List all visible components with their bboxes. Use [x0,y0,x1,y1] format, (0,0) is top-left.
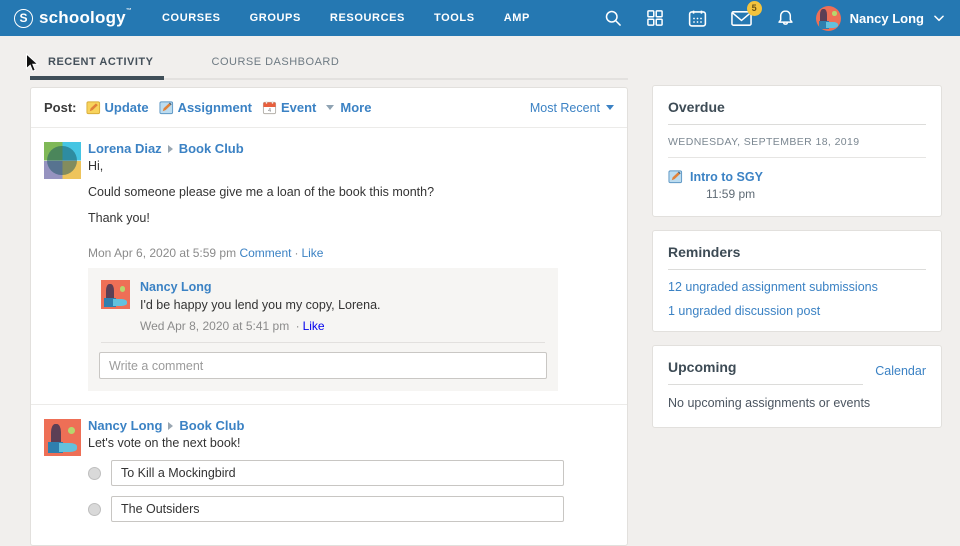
schoology-s-icon: S [14,9,33,28]
post-text: Could someone please give me a loan of t… [88,185,614,199]
poll-option: The Outsiders [88,496,614,522]
mouse-cursor [25,53,39,73]
dot-separator: · [296,319,300,333]
user-name: Nancy Long [850,11,924,26]
author-link[interactable]: Nancy Long [88,418,162,433]
post-bar: Post: Update Assignment [31,88,627,127]
feed-post: Nancy Long Book Club Let's vote on the ne… [31,404,627,545]
overdue-item-link[interactable]: Intro to SGY [690,170,763,184]
comment: Nancy Long I'd be happy you lend you my … [99,278,547,333]
reminder-link-ungraded-assignments[interactable]: 12 ungraded assignment submissions [668,280,926,294]
dot-separator: · [294,246,298,260]
nav-item-courses[interactable]: COURSES [162,12,221,24]
upcoming-empty-text: No upcoming assignments or events [668,396,926,410]
notifications-bell-icon[interactable] [775,8,796,29]
post-update-button[interactable]: Update [86,100,149,115]
post-header: Nancy Long Book Club [88,418,614,433]
apps-grid-icon[interactable] [645,8,665,28]
calendar-icon[interactable] [687,8,708,29]
caret-down-icon [326,105,334,110]
tab-recent-activity[interactable]: RECENT ACTIVITY [30,52,164,80]
upcoming-card: Upcoming Calendar No upcoming assignment… [652,345,942,428]
poll-option-label[interactable]: The Outsiders [111,496,564,522]
comment-link[interactable]: Comment [239,246,291,260]
activity-tabs: RECENT ACTIVITY COURSE DASHBOARD [30,52,628,80]
like-link[interactable]: Like [303,319,325,333]
schoology-logo[interactable]: S schoology™ [14,8,132,28]
right-sidebar: Overdue WEDNESDAY, SEPTEMBER 18, 2019 In… [652,85,942,546]
author-avatar[interactable] [44,142,81,179]
assignment-icon [668,169,683,184]
overdue-title: Overdue [668,99,926,125]
update-icon [86,100,101,115]
nav-item-resources[interactable]: RESOURCES [330,12,405,24]
top-navbar: S schoology™ COURSES GROUPS RESOURCES TO… [0,0,960,36]
overdue-date: WEDNESDAY, SEPTEMBER 18, 2019 [668,136,926,158]
poll-radio[interactable] [88,503,101,516]
user-menu[interactable]: Nancy Long [816,6,946,31]
activity-feed-card: Post: Update Assignment [30,87,628,546]
like-link[interactable]: Like [301,246,323,260]
post-header: Lorena Diaz Book Club [88,141,614,156]
overdue-item: Intro to SGY [668,169,926,184]
poll-option-label[interactable]: To Kill a Mockingbird [111,460,564,486]
upcoming-header: Upcoming Calendar [668,359,926,385]
comment-timestamp: Wed Apr 8, 2020 at 5:41 pm [140,319,289,333]
nav-item-groups[interactable]: GROUPS [250,12,301,24]
calendar-link[interactable]: Calendar [875,364,926,385]
reminders-card: Reminders 12 ungraded assignment submiss… [652,230,942,332]
nav-item-tools[interactable]: TOOLS [434,12,475,24]
comment-meta-row: Wed Apr 8, 2020 at 5:41 pm ·Like [140,319,547,333]
messages-badge: 5 [747,1,762,16]
commenter-link[interactable]: Nancy Long [140,280,212,294]
post-assignment-button[interactable]: Assignment [159,100,252,115]
reminder-link-ungraded-discussion[interactable]: 1 ungraded discussion post [668,304,926,318]
poll: To Kill a Mockingbird The Outsiders [88,460,614,522]
poll-radio[interactable] [88,467,101,480]
page-body: RECENT ACTIVITY COURSE DASHBOARD Post: U… [0,36,960,546]
group-link[interactable]: Book Club [179,418,244,433]
tab-course-dashboard[interactable]: COURSE DASHBOARD [194,52,346,80]
post-timestamp: Mon Apr 6, 2020 at 5:59 pm [88,246,236,260]
brand-text: schoology™ [39,8,132,28]
post-event-button[interactable]: 4 Event [262,100,316,115]
write-comment-input[interactable] [99,352,547,379]
user-avatar [816,6,841,31]
feed-post: Lorena Diaz Book Club Hi, Could someone p… [31,127,627,404]
post-text: Hi, [88,159,614,173]
main-nav: COURSES GROUPS RESOURCES TOOLS AMP [162,12,559,24]
post-more-button[interactable]: More [326,100,371,115]
post-label: Post: [44,100,77,115]
upcoming-title: Upcoming [668,359,863,385]
trademark-mark: ™ [126,8,132,14]
search-icon[interactable] [603,8,623,28]
poll-option: To Kill a Mockingbird [88,460,614,486]
author-avatar[interactable] [44,419,81,456]
group-link[interactable]: Book Club [179,141,244,156]
caret-down-icon [606,105,614,110]
assignment-icon [159,100,174,115]
post-text: Thank you! [88,211,614,225]
post-meta-row: Mon Apr 6, 2020 at 5:59 pm Comment·Like [88,246,614,260]
sort-most-recent-dropdown[interactable]: Most Recent [530,101,614,115]
overdue-item-time: 11:59 pm [706,187,926,201]
reminders-title: Reminders [668,244,926,270]
comment-text: I'd be happy you lend you my copy, Loren… [140,298,547,312]
comment-block: Nancy Long I'd be happy you lend you my … [88,268,558,391]
event-icon: 4 [262,100,277,115]
messages-icon[interactable]: 5 [730,8,753,29]
post-text: Let's vote on the next book! [88,436,614,450]
commenter-avatar[interactable] [101,280,130,309]
overdue-card: Overdue WEDNESDAY, SEPTEMBER 18, 2019 In… [652,85,942,217]
author-link[interactable]: Lorena Diaz [88,141,162,156]
breadcrumb-arrow-icon [168,145,173,153]
breadcrumb-arrow-icon [168,422,173,430]
svg-text:4: 4 [268,108,271,114]
chevron-down-icon [932,11,946,25]
divider [101,342,545,343]
nav-item-amp[interactable]: AMP [504,12,530,24]
